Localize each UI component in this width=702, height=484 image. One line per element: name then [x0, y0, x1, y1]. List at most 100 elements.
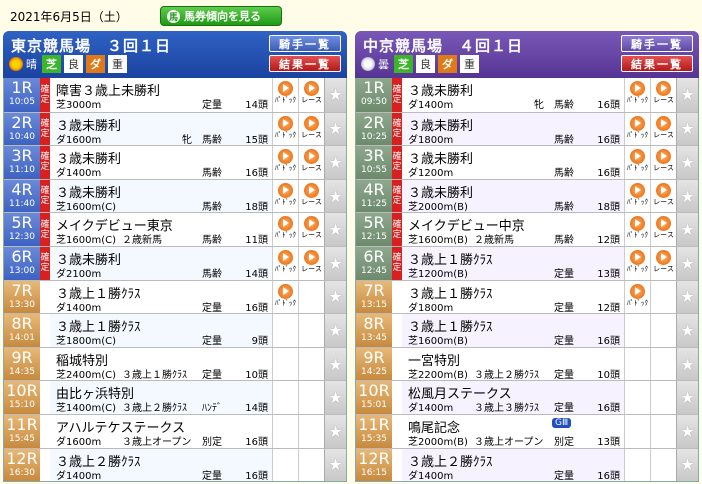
race-row[interactable]: 10R 15:01 松風月ステークス ダ1400m ３歳上３勝ｸﾗｽ 定量 16頭 ★: [356, 380, 698, 414]
race-number[interactable]: 5R 12:30: [4, 213, 40, 246]
race-info[interactable]: ３歳未勝利 ダ1600m 牝 馬齢 15頭: [50, 112, 272, 146]
race-info[interactable]: 障害３歳上未勝利 芝3000m 定量 14頭: [50, 78, 272, 112]
star-icon[interactable]: ★: [676, 112, 698, 146]
paddock-video[interactable]: ﾊﾟﾄﾞｯｸ: [624, 112, 650, 146]
race-number[interactable]: 4R 11:40: [4, 179, 40, 213]
race-info[interactable]: ３歳未勝利 芝2000m(B) 馬齢 18頭: [402, 179, 624, 213]
race-info[interactable]: ３歳未勝利 芝1600m(C) 馬齢 18頭: [50, 179, 272, 213]
trend-button[interactable]: 馬 馬券傾向を見る: [160, 6, 282, 26]
race-number[interactable]: 1R 10:05: [4, 78, 40, 112]
race-row[interactable]: 12R 16:30 ３歳上２勝ｸﾗｽ ダ1400m 定量 16頭 ★: [4, 447, 346, 482]
race-row[interactable]: 5R 12:30 確定メイクデビュー東京 芝1600m(C) ２歳新馬 馬齢 11頭 ﾊﾟﾄﾞ…: [4, 212, 346, 246]
race-info[interactable]: ３歳上１勝ｸﾗｽ ダ1800m 定量 12頭: [402, 281, 624, 314]
race-info[interactable]: ３歳未勝利 ダ1800m 馬齢 16頭: [402, 112, 624, 146]
race-row[interactable]: 6R 13:00 確定 ３歳未勝利 ダ2100m 馬齢 14頭 ﾊﾟﾄﾞｯｸ レース ★: [4, 245, 346, 280]
jockey-list-button[interactable]: 騎手一覧: [621, 35, 693, 52]
star-icon[interactable]: ★: [676, 414, 698, 448]
paddock-video[interactable]: ﾊﾟﾄﾞｯｸ: [272, 179, 298, 213]
paddock-video[interactable]: ﾊﾟﾄﾞｯｸ: [624, 280, 650, 314]
star-icon[interactable]: ★: [324, 414, 346, 448]
race-row[interactable]: 4R 11:25 確定 ３歳未勝利 芝2000m(B) 馬齢 18頭 ﾊﾟﾄﾞｯｸ レース ★: [356, 178, 698, 213]
star-icon[interactable]: ★: [324, 347, 346, 381]
star-icon[interactable]: ★: [676, 179, 698, 213]
race-row[interactable]: 1R 10:05 確定障害３歳上未勝利 芝3000m 定量 14頭 ﾊﾟﾄﾞｯｸ レース ★: [4, 78, 346, 112]
paddock-video[interactable]: ﾊﾟﾄﾞｯｸ: [624, 213, 650, 246]
star-icon[interactable]: ★: [676, 381, 698, 414]
race-info[interactable]: 由比ヶ浜特別 芝1400m(C) ３歳上２勝ｸﾗｽ ﾊﾝﾃﾞ 14頭: [50, 381, 272, 414]
paddock-video[interactable]: ﾊﾟﾄﾞｯｸ: [624, 246, 650, 280]
race-info[interactable]: ３歳未勝利 ダ1400m 牝 馬齢 16頭: [402, 78, 624, 112]
race-info[interactable]: ３歳上２勝ｸﾗｽ ダ1400m 定量 16頭: [50, 448, 272, 482]
race-row[interactable]: 9R 14:35 稲城特別 芝2400m(C) ３歳上１勝ｸﾗｽ 定量 10頭 ★: [4, 346, 346, 381]
star-icon[interactable]: ★: [324, 179, 346, 213]
result-list-button[interactable]: 結果一覧: [621, 55, 693, 72]
race-info[interactable]: 松風月ステークス ダ1400m ３歳上３勝ｸﾗｽ 定量 16頭: [402, 381, 624, 414]
race-info[interactable]: ３歳上１勝ｸﾗｽ 芝1200m(B) 定量 13頭: [402, 246, 624, 280]
race-number[interactable]: 12R 16:30: [4, 448, 40, 482]
race-info[interactable]: ３歳上１勝ｸﾗｽ 芝1600m(B) 定量 16頭: [402, 314, 624, 347]
race-video[interactable]: レース: [298, 146, 324, 179]
race-number[interactable]: 4R 11:25: [356, 179, 392, 213]
race-number[interactable]: 10R 15:10: [4, 381, 40, 414]
race-number[interactable]: 10R 15:01: [356, 381, 392, 414]
star-icon[interactable]: ★: [324, 78, 346, 112]
star-icon[interactable]: ★: [324, 246, 346, 280]
race-info[interactable]: 稲城特別 芝2400m(C) ３歳上１勝ｸﾗｽ 定量 10頭: [50, 348, 272, 381]
race-row[interactable]: 12R 16:15 ３歳上２勝ｸﾗｽ ダ1400m 定量 16頭 ★: [356, 447, 698, 482]
race-video[interactable]: レース: [298, 246, 324, 280]
race-video[interactable]: レース: [650, 78, 676, 112]
race-info[interactable]: ３歳未勝利 ダ1200m 馬齢 16頭: [402, 146, 624, 179]
race-number[interactable]: 6R 13:00: [4, 246, 40, 280]
race-number[interactable]: 7R 13:15: [356, 280, 392, 314]
race-info[interactable]: アハルテケステークス ダ1600m ３歳上オープン 別定 16頭: [50, 415, 272, 448]
race-video[interactable]: レース: [298, 112, 324, 146]
race-number[interactable]: 11R 15:35: [356, 414, 392, 448]
race-number[interactable]: 11R 15:45: [4, 414, 40, 448]
race-row[interactable]: 5R 12:15 確定メイクデビュー中京 芝1600m(B) ２歳新馬 馬齢 12頭 ﾊﾟﾄﾞ…: [356, 212, 698, 246]
star-icon[interactable]: ★: [676, 78, 698, 112]
star-icon[interactable]: ★: [676, 246, 698, 280]
race-video[interactable]: レース: [298, 179, 324, 213]
star-icon[interactable]: ★: [324, 146, 346, 179]
paddock-video[interactable]: ﾊﾟﾄﾞｯｸ: [272, 280, 298, 314]
race-number[interactable]: 7R 13:30: [4, 280, 40, 314]
race-info[interactable]: ３歳未勝利 ダ1400m 馬齢 16頭: [50, 146, 272, 179]
race-info[interactable]: ３歳上２勝ｸﾗｽ ダ1400m 定量 16頭: [402, 448, 624, 482]
race-video[interactable]: レース: [650, 146, 676, 179]
race-row[interactable]: 2R 10:25 確定 ３歳未勝利 ダ1800m 馬齢 16頭 ﾊﾟﾄﾞｯｸ レース ★: [356, 111, 698, 146]
paddock-video[interactable]: ﾊﾟﾄﾞｯｸ: [272, 112, 298, 146]
star-icon[interactable]: ★: [676, 347, 698, 381]
race-info[interactable]: ３歳上１勝ｸﾗｽ ダ1400m 定量 16頭: [50, 281, 272, 314]
star-icon[interactable]: ★: [676, 448, 698, 482]
race-video[interactable]: レース: [650, 246, 676, 280]
paddock-video[interactable]: ﾊﾟﾄﾞｯｸ: [272, 146, 298, 179]
star-icon[interactable]: ★: [324, 112, 346, 146]
race-row[interactable]: 9R 14:25 一宮特別 芝2200m(B) ３歳上２勝ｸﾗｽ 定量 10頭 ★: [356, 346, 698, 381]
race-info[interactable]: ３歳上１勝ｸﾗｽ 芝1800m(C) 定量 9頭: [50, 314, 272, 347]
paddock-video[interactable]: ﾊﾟﾄﾞｯｸ: [624, 146, 650, 179]
paddock-video[interactable]: ﾊﾟﾄﾞｯｸ: [272, 213, 298, 246]
star-icon[interactable]: ★: [676, 314, 698, 347]
race-row[interactable]: 11R 15:35 鳴尾記念 GⅢ 芝2000m(B) ３歳上オープン 別定 13頭 ★: [356, 413, 698, 448]
race-video[interactable]: レース: [298, 213, 324, 246]
race-row[interactable]: 10R 15:10 由比ヶ浜特別 芝1400m(C) ３歳上２勝ｸﾗｽ ﾊﾝﾃﾞ 14頭 ★: [4, 380, 346, 414]
paddock-video[interactable]: ﾊﾟﾄﾞｯｸ: [624, 179, 650, 213]
race-number[interactable]: 2R 10:40: [4, 112, 40, 146]
race-info[interactable]: 一宮特別 芝2200m(B) ３歳上２勝ｸﾗｽ 定量 10頭: [402, 348, 624, 381]
star-icon[interactable]: ★: [324, 381, 346, 414]
race-row[interactable]: 8R 13:45 ３歳上１勝ｸﾗｽ 芝1600m(B) 定量 16頭 ★: [356, 313, 698, 347]
result-list-button[interactable]: 結果一覧: [269, 55, 341, 72]
race-info[interactable]: メイクデビュー東京 芝1600m(C) ２歳新馬 馬齢 11頭: [50, 213, 272, 246]
race-row[interactable]: 3R 11:10 確定 ３歳未勝利 ダ1400m 馬齢 16頭 ﾊﾟﾄﾞｯｸ レース ★: [4, 145, 346, 179]
race-number[interactable]: 3R 10:55: [356, 146, 392, 179]
star-icon[interactable]: ★: [324, 448, 346, 482]
jockey-list-button[interactable]: 騎手一覧: [269, 35, 341, 52]
star-icon[interactable]: ★: [324, 314, 346, 347]
race-info[interactable]: ３歳未勝利 ダ2100m 馬齢 14頭: [50, 246, 272, 280]
race-row[interactable]: 7R 13:15 ３歳上１勝ｸﾗｽ ダ1800m 定量 12頭 ﾊﾟﾄﾞｯｸ ★: [356, 279, 698, 314]
race-number[interactable]: 3R 11:10: [4, 146, 40, 179]
race-row[interactable]: 2R 10:40 確定 ３歳未勝利 ダ1600m 牝 馬齢 15頭 ﾊﾟﾄﾞｯｸ レース ★: [4, 111, 346, 146]
race-number[interactable]: 9R 14:35: [4, 347, 40, 381]
star-icon[interactable]: ★: [324, 213, 346, 246]
race-video[interactable]: レース: [650, 213, 676, 246]
